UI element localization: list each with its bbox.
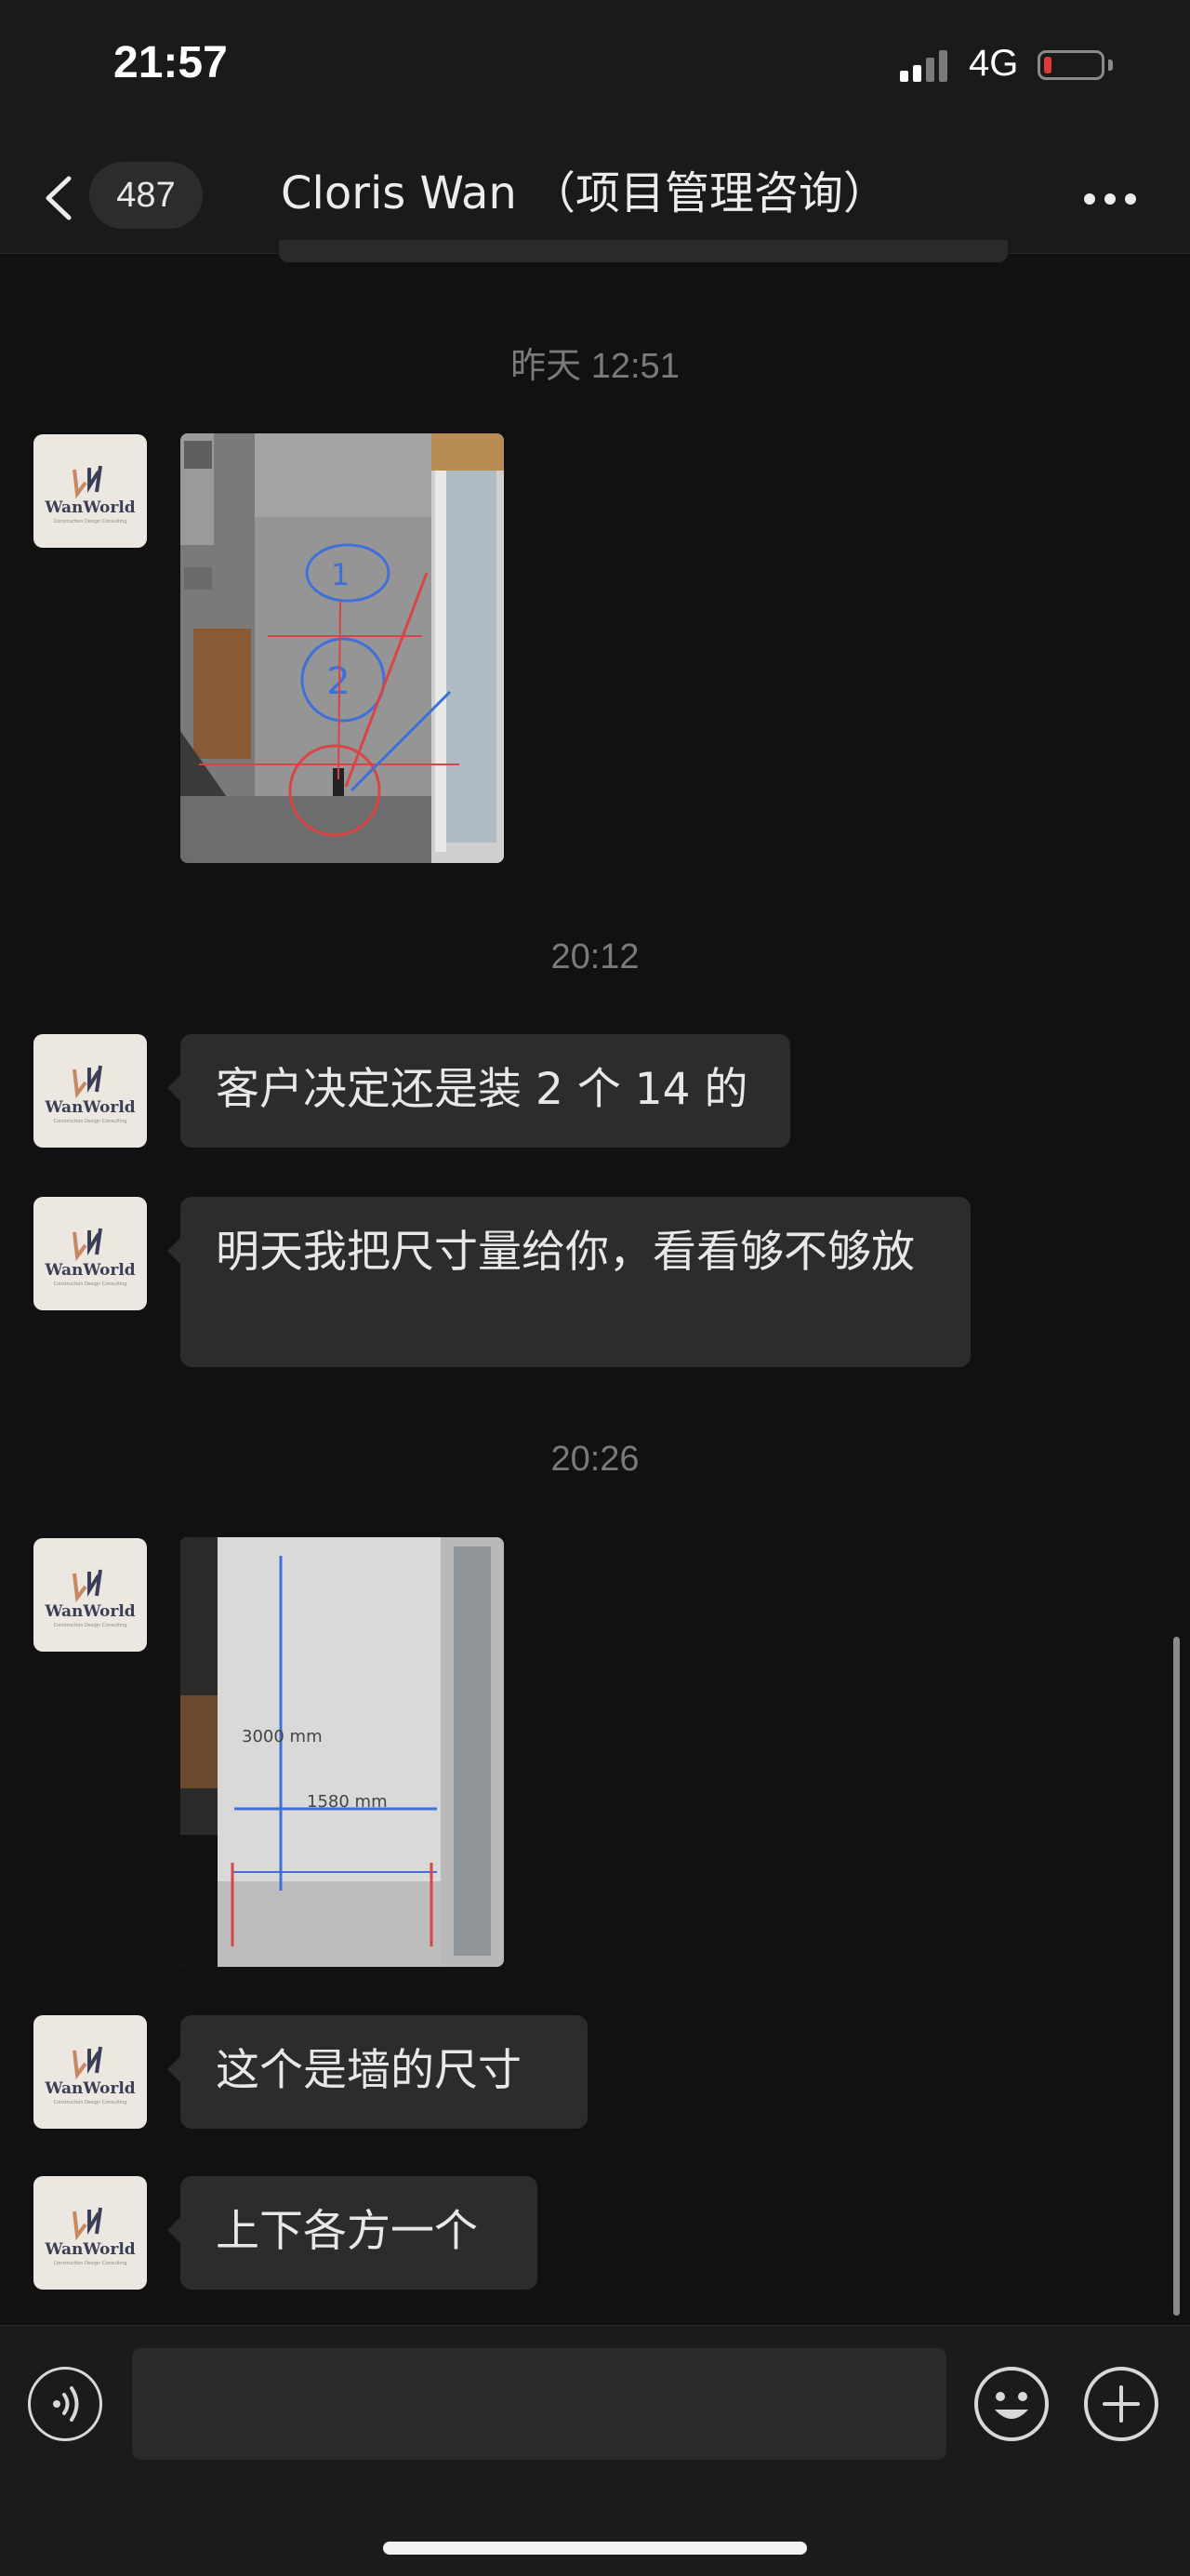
wall-photo-with-markers: 1 2	[180, 433, 504, 863]
image-message[interactable]: 1 2	[180, 433, 504, 863]
avatar[interactable]: WanWorld Construction Design Consulting	[33, 1197, 147, 1310]
wanworld-logo-icon: WanWorld Construction Design Consulting	[44, 1569, 136, 1628]
wanworld-logo-icon: WanWorld Construction Design Consulting	[44, 2046, 136, 2105]
svg-text:Construction Design Consulting: Construction Design Consulting	[54, 519, 127, 524]
wanworld-logo-icon: WanWorld Construction Design Consulting	[44, 1228, 136, 1287]
image-message[interactable]: 3000 mm 1580 mm	[180, 1537, 504, 1967]
avatar[interactable]: WanWorld Construction Design Consulting	[33, 1538, 147, 1652]
network-type: 4G	[969, 43, 1019, 84]
avatar[interactable]: WanWorld Construction Design Consulting	[33, 2015, 147, 2129]
voice-icon[interactable]	[28, 2367, 102, 2441]
chat-title: Cloris Wan （项目管理咨询）	[281, 167, 889, 219]
message-text: 明天我把尺寸量给你，看看够不够放	[216, 1227, 915, 1278]
avatar[interactable]: WanWorld Construction Design Consulting	[33, 434, 147, 548]
battery-tip	[1108, 60, 1113, 71]
chat-scrollbar[interactable]	[1173, 1637, 1180, 2316]
avatar[interactable]: WanWorld Construction Design Consulting	[33, 2176, 147, 2290]
input-bar	[0, 2325, 1190, 2576]
svg-text:1580 mm: 1580 mm	[307, 1792, 388, 1812]
svg-text:3000 mm: 3000 mm	[242, 1727, 323, 1746]
status-time: 21:57	[113, 38, 228, 87]
plus-icon[interactable]	[1082, 2365, 1160, 2443]
message-text: 客户决定还是装 2 个 14 的	[216, 1064, 748, 1115]
chevron-left-icon[interactable]	[41, 175, 82, 221]
message-text: 上下各方一个	[216, 2206, 478, 2257]
message-timestamp: 20:26	[550, 1440, 640, 1479]
avatar[interactable]: WanWorld Construction Design Consulting	[33, 1034, 147, 1148]
status-bar: 21:57 4G	[0, 0, 1190, 139]
svg-text:Construction Design Consulting: Construction Design Consulting	[54, 2261, 127, 2266]
message-timestamp: 20:12	[550, 937, 640, 976]
more-dots-icon[interactable]	[1084, 192, 1140, 206]
home-indicator[interactable]	[383, 2542, 807, 2555]
svg-text:1: 1	[331, 557, 350, 592]
text-message-bubble[interactable]: 这个是墙的尺寸	[167, 2015, 588, 2129]
svg-text:WanWorld: WanWorld	[44, 1098, 135, 1117]
chat-header: 487 Cloris Wan （项目管理咨询）	[0, 139, 1190, 254]
svg-text:WanWorld: WanWorld	[44, 498, 135, 517]
text-message-bubble[interactable]: 明天我把尺寸量给你，看看够不够放	[167, 1197, 971, 1367]
text-message-bubble[interactable]: 上下各方一个	[167, 2176, 537, 2290]
unread-count-badge[interactable]: 487	[89, 162, 203, 229]
message-timestamp: 昨天 12:51	[510, 347, 680, 386]
emoji-icon[interactable]	[972, 2365, 1051, 2443]
signal-icon	[900, 48, 956, 82]
svg-text:WanWorld: WanWorld	[44, 1261, 135, 1280]
wanworld-logo-icon: WanWorld Construction Design Consulting	[44, 2207, 136, 2266]
svg-text:Construction Design Consulting: Construction Design Consulting	[54, 1119, 127, 1124]
wanworld-logo-icon: WanWorld Construction Design Consulting	[44, 465, 136, 524]
text-message-bubble[interactable]: 客户决定还是装 2 个 14 的	[167, 1034, 790, 1148]
svg-text:Construction Design Consulting: Construction Design Consulting	[54, 2100, 127, 2105]
svg-text:Construction Design Consulting: Construction Design Consulting	[54, 1281, 127, 1287]
previous-message-edge	[279, 240, 1008, 262]
battery-icon	[1038, 50, 1104, 80]
wall-dimension-photo: 3000 mm 1580 mm	[180, 1537, 504, 1967]
wanworld-logo-icon: WanWorld Construction Design Consulting	[44, 1065, 136, 1124]
message-text: 这个是墙的尺寸	[216, 2045, 522, 2096]
message-input[interactable]	[132, 2348, 946, 2460]
svg-text:Construction Design Consulting: Construction Design Consulting	[54, 1623, 127, 1628]
svg-text:WanWorld: WanWorld	[44, 2240, 135, 2259]
svg-text:WanWorld: WanWorld	[44, 1602, 135, 1621]
svg-text:WanWorld: WanWorld	[44, 2079, 135, 2098]
